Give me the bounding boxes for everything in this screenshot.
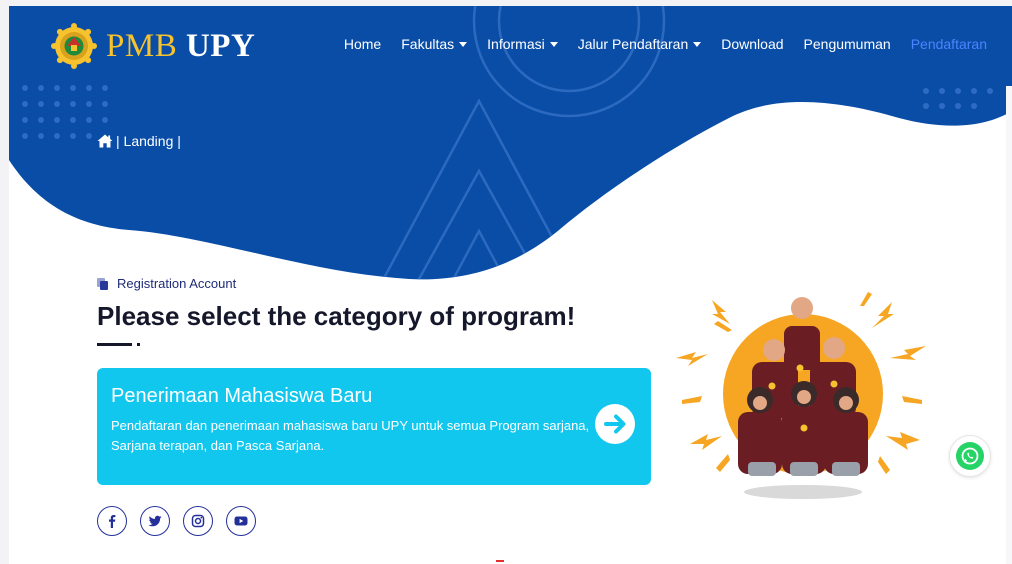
nav-jalur-pendaftaran[interactable]: Jalur Pendaftaran	[578, 36, 702, 52]
red-accent-mark	[496, 560, 504, 562]
program-card-pmb[interactable]: Penerimaan Mahasiswa Baru Pendaftaran da…	[97, 368, 651, 485]
twitter-button[interactable]	[140, 506, 170, 536]
brand-pmb: PMB	[106, 27, 186, 64]
caret-down-icon	[459, 42, 468, 47]
window-left-edge	[0, 0, 9, 564]
youtube-button[interactable]	[226, 506, 256, 536]
nav-pendaftaran-label: Pendaftaran	[910, 36, 987, 52]
brand-upy: UPY	[185, 27, 256, 64]
section-label: Registration Account	[97, 276, 236, 291]
students-illustration	[676, 292, 926, 499]
brand-name: PMB UPY	[106, 28, 255, 65]
university-seal-icon	[51, 23, 97, 69]
nav-menu: Home Fakultas Informasi Jalur Pendaftara…	[324, 36, 987, 52]
twitter-icon	[148, 515, 162, 527]
nav-informasi-label: Informasi	[487, 36, 545, 52]
nav-home-label: Home	[343, 36, 382, 52]
nav-download-label: Download	[721, 36, 784, 52]
whatsapp-button[interactable]	[950, 436, 990, 476]
whatsapp-icon	[956, 442, 984, 470]
program-card-title: Penerimaan Mahasiswa Baru	[111, 385, 373, 407]
nav-pendaftaran[interactable]: Pendaftaran	[911, 36, 987, 52]
instagram-icon	[191, 514, 205, 528]
facebook-button[interactable]	[97, 506, 127, 536]
document-stack-icon	[97, 277, 108, 290]
nav-fakultas-label: Fakultas	[401, 36, 455, 52]
page: PMB UPY Home Fakultas Informasi Jalur Pe…	[0, 0, 1012, 564]
title-underline	[97, 343, 132, 346]
scrollbar-track[interactable]	[1006, 86, 1012, 564]
nav-pengumuman-label: Pengumuman	[803, 36, 891, 52]
facebook-icon	[109, 515, 116, 528]
breadcrumb-text: | Landing |	[116, 133, 181, 149]
program-card-description: Pendaftaran dan penerimaan mahasiswa bar…	[111, 418, 590, 453]
nav-home[interactable]: Home	[344, 36, 381, 52]
window-top-edge	[0, 0, 1012, 6]
home-icon[interactable]	[97, 134, 113, 148]
breadcrumb: | Landing |	[97, 133, 181, 149]
title-underline-dot	[137, 343, 140, 346]
nav-fakultas[interactable]: Fakultas	[401, 36, 468, 52]
caret-down-icon	[693, 42, 702, 47]
page-title: Please select the category of program!	[97, 301, 576, 331]
caret-down-icon	[549, 42, 558, 47]
navbar: PMB UPY Home Fakultas Informasi Jalur Pe…	[9, 6, 1012, 86]
social-links	[97, 506, 269, 536]
nav-jalur-pendaftaran-label: Jalur Pendaftaran	[577, 36, 689, 52]
section-label-text: Registration Account	[117, 276, 237, 291]
arrow-right-circle-icon[interactable]	[595, 404, 635, 444]
youtube-icon	[234, 516, 248, 526]
instagram-button[interactable]	[183, 506, 213, 536]
nav-informasi[interactable]: Informasi	[487, 36, 558, 52]
nav-pengumuman[interactable]: Pengumuman	[804, 36, 891, 52]
brand[interactable]: PMB UPY	[51, 22, 255, 70]
nav-download[interactable]: Download	[721, 36, 783, 52]
